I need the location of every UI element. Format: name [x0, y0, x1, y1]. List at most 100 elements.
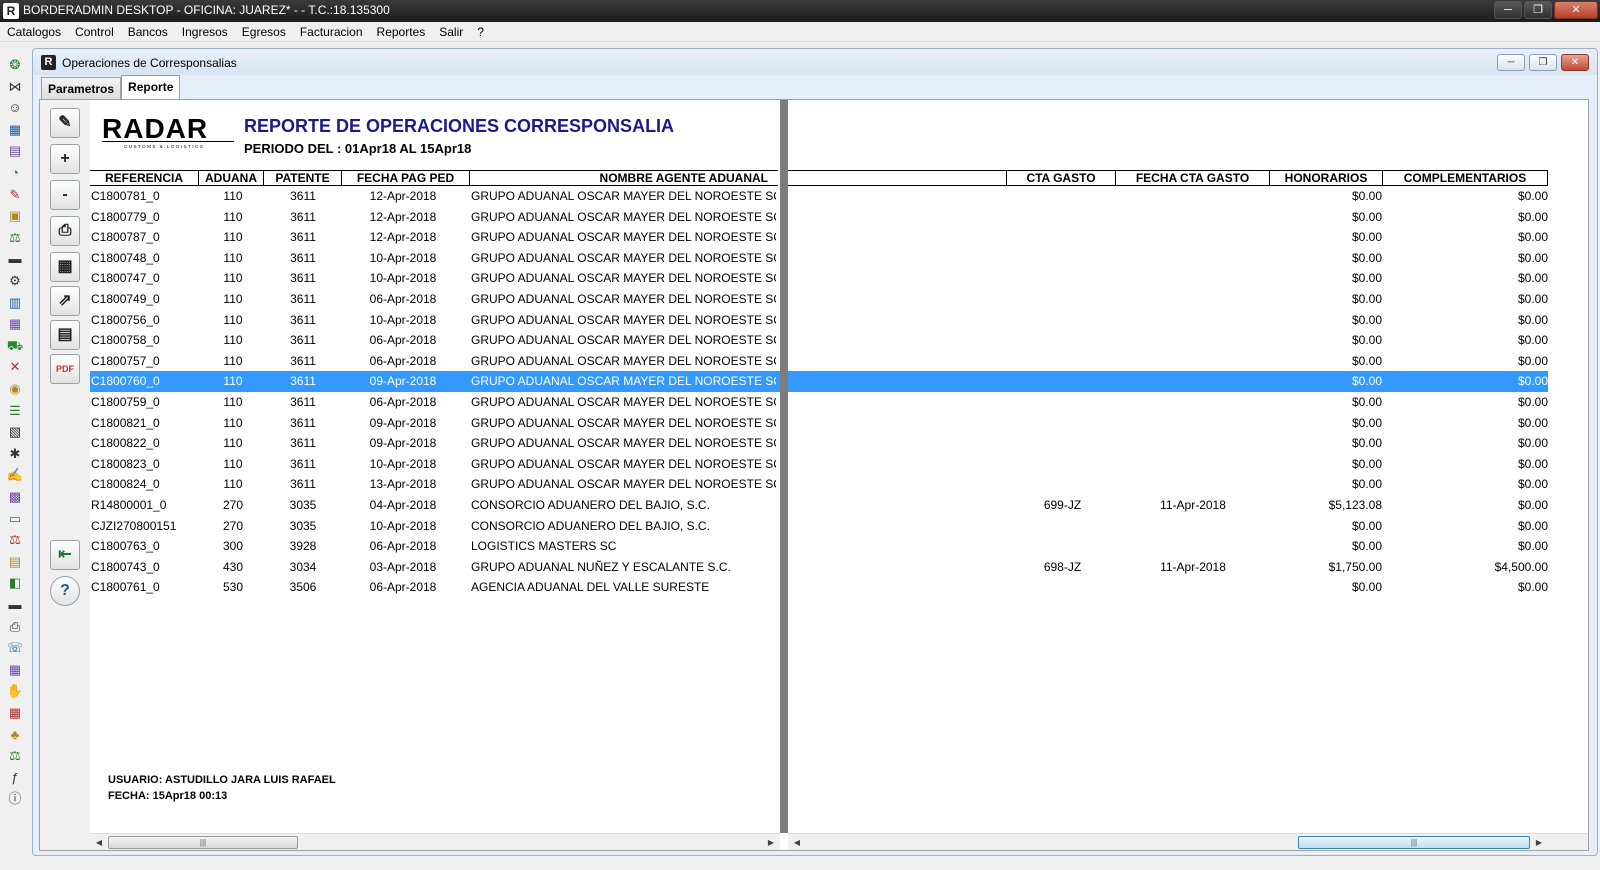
menu-item-ingresos[interactable]: Ingresos [175, 22, 235, 41]
table-row[interactable]: C1800758_0 110 3611 06-Apr-2018 GRUPO ADUANA… [90, 330, 1548, 351]
xy-icon[interactable]: ✕ [6, 358, 24, 376]
table-row[interactable]: C1800748_0 110 3611 10-Apr-2018 GRUPO ADUANA… [90, 248, 1548, 269]
money-icon[interactable]: ▬ [6, 596, 24, 614]
complementarios-cell: $0.00 [1517, 250, 1548, 265]
search-doc-icon[interactable]: ▧ [6, 423, 24, 441]
scroll-right-arrow-icon[interactable]: ▶ [764, 836, 778, 849]
hand-icon[interactable]: ✋ [6, 682, 24, 700]
scale-icon[interactable]: ⚖ [6, 229, 24, 247]
table-row-selected[interactable]: C1800760_0 110 3611 09-Apr-2018 GRUPO ADUANA… [90, 371, 1548, 392]
print-preview-icon[interactable]: ▤ [50, 320, 80, 350]
chat-icon[interactable]: ☏ [6, 639, 24, 657]
stack-icon[interactable]: ☰ [6, 402, 24, 420]
aduana-cell: 110 [223, 477, 243, 492]
database-icon[interactable]: ◉ [6, 380, 24, 398]
table-row[interactable]: C1800821_0 110 3611 09-Apr-2018 GRUPO ADUANA… [90, 413, 1548, 434]
menu-item-catalogos[interactable]: Catalogos [0, 22, 68, 41]
gear-user-icon[interactable]: ⚙ [6, 272, 24, 290]
close-button[interactable]: ✕ [1554, 1, 1598, 19]
table-row[interactable]: C1800756_0 110 3611 10-Apr-2018 GRUPO ADUANA… [90, 310, 1548, 331]
nombre-agente-cell: GRUPO ADUANAL OSCAR MAYER DEL NOROESTE S… [471, 292, 776, 306]
scale2-icon[interactable]: ⚖ [6, 531, 24, 549]
table-row[interactable]: C1800757_0 110 3611 06-Apr-2018 GRUPO ADUANA… [90, 351, 1548, 372]
document-icon[interactable]: ▤ [6, 142, 24, 160]
right-scroll-thumb[interactable]: ||| [1298, 836, 1530, 849]
table-row[interactable]: C1800749_0 110 3611 06-Apr-2018 GRUPO ADUANA… [90, 289, 1548, 310]
zoom-in-button[interactable]: + [50, 144, 80, 174]
user-edit-icon[interactable]: ✍ [6, 466, 24, 484]
page-split-bar[interactable] [780, 100, 788, 833]
truck-icon[interactable]: ⛟ [6, 337, 24, 355]
table-row[interactable]: C1800787_0 110 3611 12-Apr-2018 GRUPO ADUANA… [90, 227, 1548, 248]
calculator-icon[interactable]: ▦ [6, 121, 24, 139]
formula-icon[interactable]: ⋈ [6, 78, 24, 96]
function-icon[interactable]: ƒ [6, 769, 24, 787]
left-horizontal-scrollbar[interactable]: ◀ ||| ▶ [90, 833, 780, 850]
table-row[interactable]: C1800759_0 110 3611 06-Apr-2018 GRUPO ADUANA… [90, 392, 1548, 413]
child-minimize-button[interactable]: ─ [1497, 54, 1525, 71]
child-restore-button[interactable]: ❐ [1529, 54, 1557, 71]
gold-icon[interactable]: ▦ [6, 315, 24, 333]
report-viewer[interactable]: RADAR CUSTOMS & LOGISTICS REPORTE DE OPE… [90, 100, 1588, 833]
scale3-icon[interactable]: ⚖ [6, 747, 24, 765]
scroll-left-arrow-icon-2[interactable]: ◀ [790, 836, 804, 849]
export-icon[interactable]: ⇗ [50, 286, 80, 316]
restore-button[interactable]: ❐ [1524, 1, 1552, 19]
grid-icon[interactable]: ▩ [6, 488, 24, 506]
table-row[interactable]: C1800822_0 110 3611 09-Apr-2018 GRUPO ADUANA… [90, 433, 1548, 454]
settings-icon[interactable]: ✱ [6, 445, 24, 463]
complementarios-cell: $0.00 [1517, 230, 1548, 245]
table-row[interactable]: C1800747_0 110 3611 10-Apr-2018 GRUPO ADUANA… [90, 268, 1548, 289]
scroll-left-arrow-icon[interactable]: ◀ [92, 836, 106, 849]
info-icon[interactable]: ⓘ [6, 790, 24, 808]
table-row[interactable]: C1800763_0 300 3928 06-Apr-2018 LOGISTICS MA… [90, 536, 1548, 557]
right-horizontal-scrollbar[interactable]: ◀ ||| ▶ [788, 833, 1588, 850]
binary-icon[interactable]: ▦ [6, 704, 24, 722]
patente-cell: 3506 [289, 580, 317, 595]
pdf-icon[interactable]: PDF [50, 354, 80, 384]
table-row[interactable]: C1800823_0 110 3611 10-Apr-2018 GRUPO ADUANA… [90, 454, 1548, 475]
list-icon[interactable]: ▭ [6, 510, 24, 528]
table-row[interactable]: CJZI270800151 270 3035 10-Apr-2018 CONSORCIO… [90, 516, 1548, 537]
table-row[interactable]: C1800824_0 110 3611 13-Apr-2018 GRUPO ADUANA… [90, 474, 1548, 495]
patente-cell: 3611 [290, 209, 316, 224]
tab-parametros[interactable]: Parametros [41, 77, 122, 99]
money-bag-icon[interactable]: ❂ [6, 56, 24, 74]
child-close-button[interactable]: ✕ [1561, 54, 1589, 71]
print-doc-icon[interactable]: ⎙ [6, 618, 24, 636]
menu-item-reportes[interactable]: Reportes [370, 22, 433, 41]
bag-icon[interactable]: ◔ [6, 164, 24, 182]
print-icon[interactable]: ⎙ [50, 216, 80, 246]
menu-item-facturacion[interactable]: Facturacion [293, 22, 370, 41]
box-icon[interactable]: ◧ [6, 574, 24, 592]
menu-item-egresos[interactable]: Egresos [235, 22, 293, 41]
help-icon[interactable]: ? [50, 576, 80, 606]
menu-item-control[interactable]: Control [68, 22, 121, 41]
club-icon[interactable]: ♣ [6, 726, 24, 744]
aduana-cell: 110 [223, 209, 243, 224]
id-card-icon[interactable]: ▣ [6, 207, 24, 225]
table-row[interactable]: C1800781_0 110 3611 12-Apr-2018 GRUPO ADUANA… [90, 186, 1548, 207]
user-icon[interactable]: ☺ [6, 99, 24, 117]
refresh-tool-icon[interactable]: ✎ [50, 108, 80, 138]
table-row[interactable]: C1800761_0 530 3506 06-Apr-2018 AGENCIA ADUA… [90, 577, 1548, 598]
left-scroll-thumb[interactable]: ||| [108, 836, 298, 849]
zoom-out-button[interactable]: - [50, 180, 80, 210]
exit-door-icon[interactable]: ⇤ [50, 540, 80, 570]
books-icon[interactable]: ▥ [6, 294, 24, 312]
network-icon[interactable]: ▦ [6, 661, 24, 679]
ruler-icon[interactable]: ▬ [6, 250, 24, 268]
table-row[interactable]: R14800001_0 270 3035 04-Apr-2018 CONSORCIO A… [90, 495, 1548, 516]
scroll-right-arrow-icon-2[interactable]: ▶ [1532, 836, 1546, 849]
table-row[interactable]: C1800779_0 110 3611 12-Apr-2018 GRUPO ADUANA… [90, 207, 1548, 228]
table-row[interactable]: C1800743_0 430 3034 03-Apr-2018 GRUPO ADUANA… [90, 557, 1548, 578]
pen-icon[interactable]: ✎ [6, 186, 24, 204]
menu-item-help[interactable]: ? [470, 22, 491, 41]
tab-reporte[interactable]: Reporte [121, 75, 181, 99]
export-excel-icon[interactable]: ▦ [50, 252, 80, 282]
green-card-icon[interactable]: ▤ [6, 553, 24, 571]
menu-item-salir[interactable]: Salir [432, 22, 470, 41]
minimize-button[interactable]: ─ [1494, 1, 1522, 19]
menu-item-bancos[interactable]: Bancos [121, 22, 175, 41]
fecha-cta-gasto-cell [1118, 433, 1268, 453]
